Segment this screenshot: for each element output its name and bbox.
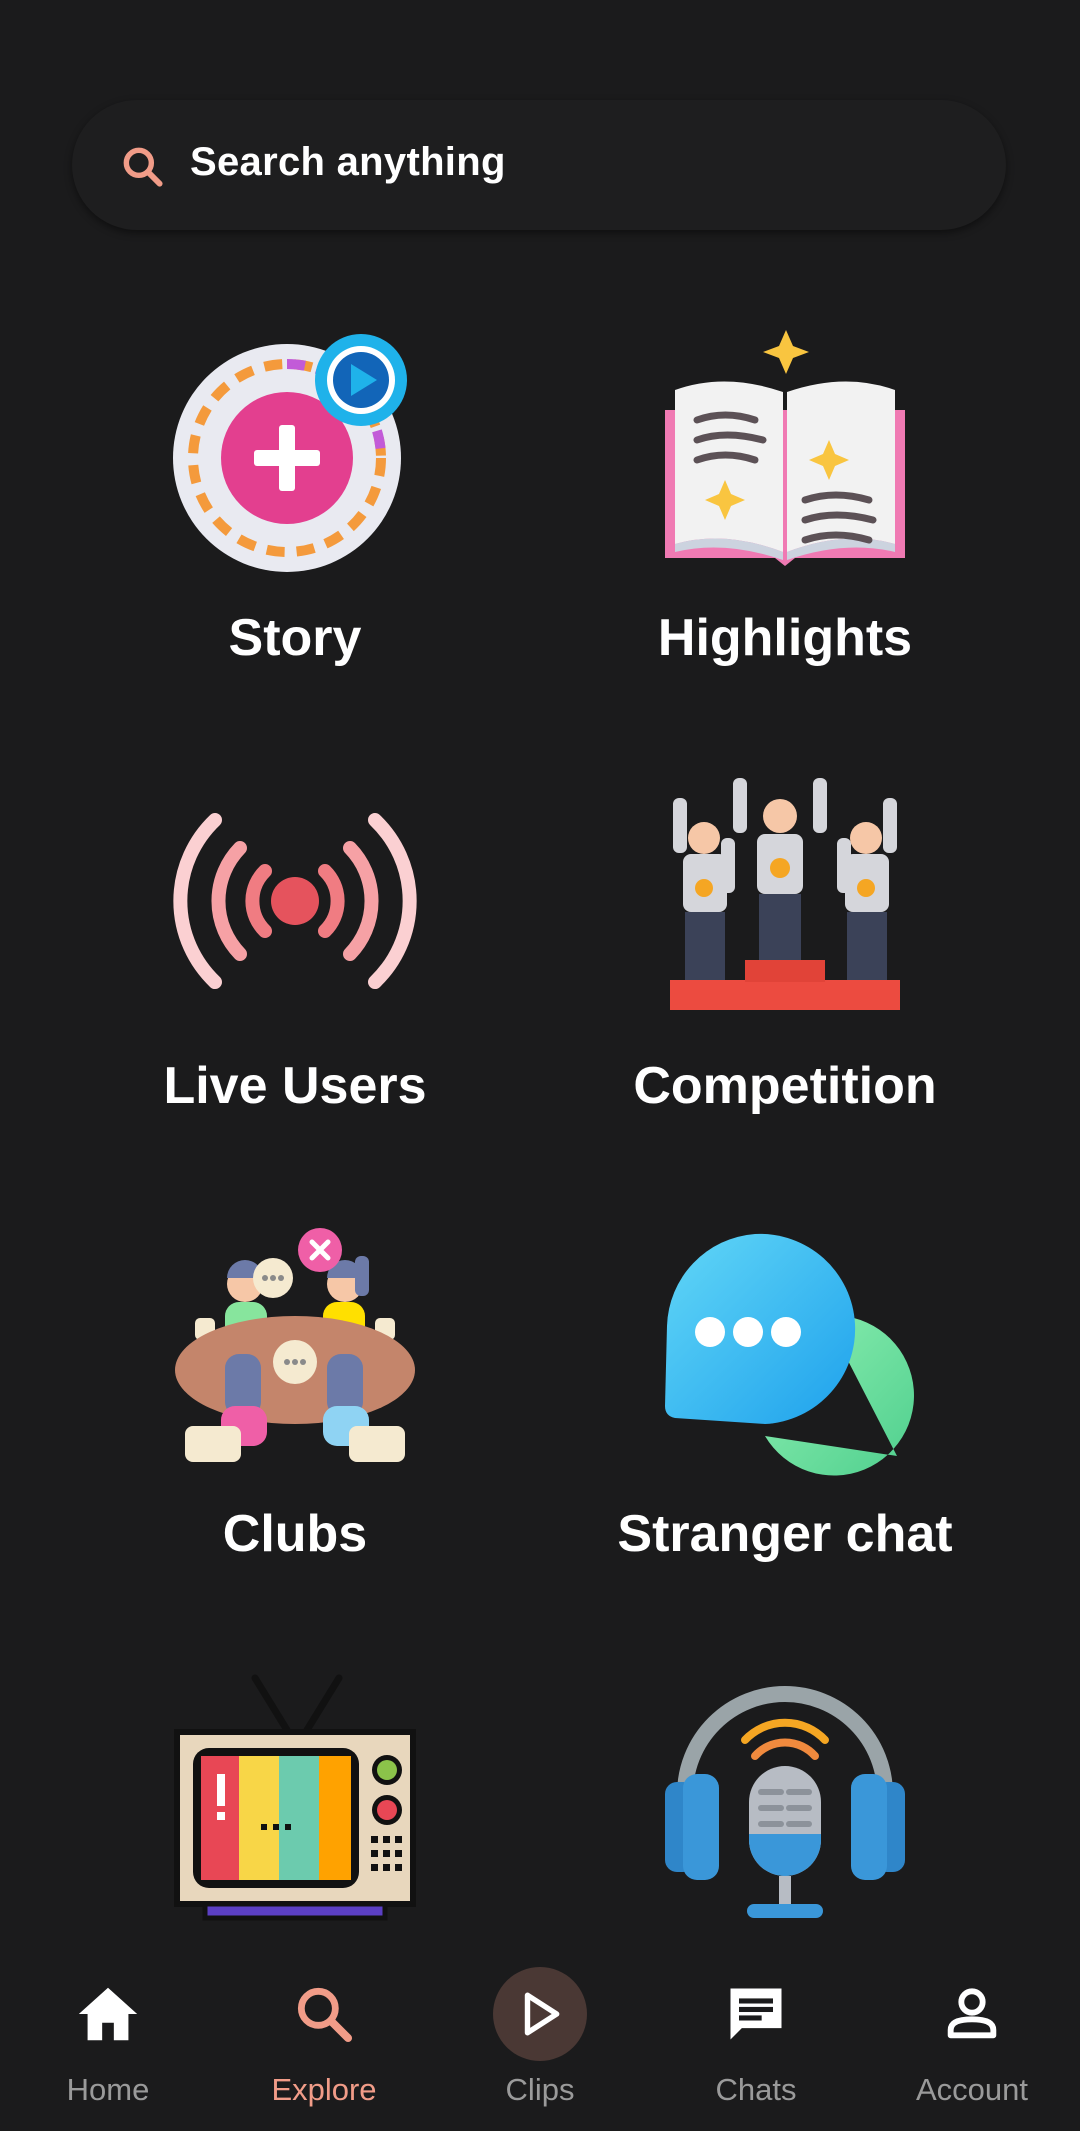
clips-button-bg [493,1967,587,2061]
tile-label: Story [228,609,362,667]
search-icon [297,1987,353,2043]
retro-tv-icon [174,1674,416,1921]
nav-label: Chats [715,2072,797,2107]
podium-winners-icon [670,778,900,1010]
nav-explore[interactable]: Explore [216,1932,432,2131]
nav-label: Clips [505,2072,575,2107]
tile-label: Highlights [657,609,913,667]
tile-stranger-chat[interactable]: Stranger chat [515,1226,1055,1666]
search-bar[interactable]: Search anything [72,100,1006,230]
podcast-microphone-icon [665,1686,905,1918]
search-icon [123,147,163,187]
nav-label: Account [915,2072,1028,2107]
nav-account[interactable]: Account [864,1932,1080,2131]
nav-clips[interactable]: Clips [432,1932,648,2131]
tile-live-users[interactable]: Live Users [25,778,565,1218]
tile-highlights[interactable]: Highlights [515,330,1055,770]
group-meeting-icon [175,1228,415,1462]
story-add-icon [173,334,407,572]
tile-clubs[interactable]: Clubs [25,1226,565,1666]
tile-label: Clubs [222,1505,368,1563]
home-icon [78,1987,138,2041]
nav-home[interactable]: Home [0,1932,216,2131]
play-icon [524,1992,560,2036]
nav-label: Home [66,2072,150,2107]
open-book-icon [665,330,905,566]
chat-icon [730,1988,782,2040]
nav-chats[interactable]: Chats [648,1932,864,2131]
account-icon [947,1988,997,2039]
bottom-nav: Home Explore Clips Chats Account [0,1932,1080,2131]
nav-label: Explore [271,2072,377,2107]
tile-story[interactable]: Story [25,330,565,770]
chat-bubbles-icon [665,1233,914,1476]
live-broadcast-icon [173,813,417,989]
tile-competition[interactable]: Competition [515,778,1055,1218]
tile-label: Competition [633,1057,937,1115]
tile-label: Live Users [163,1057,427,1115]
tile-label: Stranger chat [617,1505,953,1563]
search-placeholder: Search anything [190,140,506,184]
